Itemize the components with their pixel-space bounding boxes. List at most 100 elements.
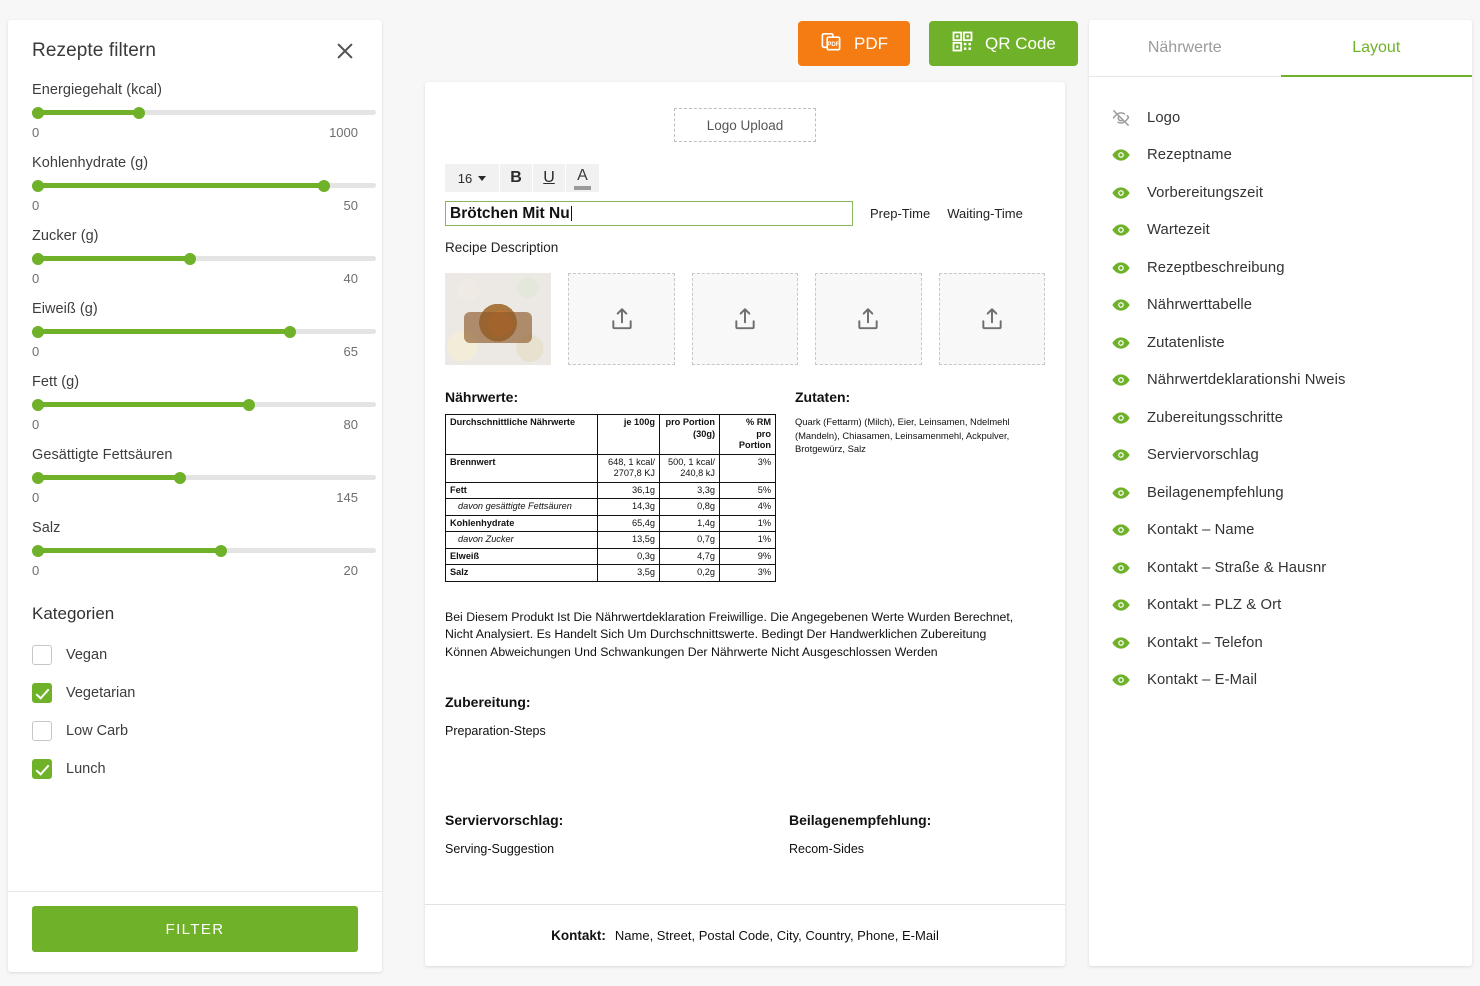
layout-item-rezeptname[interactable]: Rezeptname (1089, 137, 1472, 175)
tab-layout[interactable]: Layout (1280, 20, 1473, 77)
contact-value[interactable]: Name, Street, Postal Code, City, Country… (615, 928, 939, 943)
category-row-vegan[interactable]: Vegan (32, 636, 358, 674)
category-row-low-carb[interactable]: Low Carb (32, 712, 358, 750)
slider-track[interactable] (32, 252, 376, 265)
slider-track[interactable] (32, 325, 376, 338)
eye-icon[interactable] (1111, 558, 1131, 578)
slider-handle-min[interactable] (32, 106, 44, 119)
eye-icon[interactable] (1111, 220, 1131, 240)
serving-suggestion-field[interactable]: Serving-Suggestion (445, 842, 789, 856)
image-upload-slot[interactable] (938, 273, 1045, 365)
table-header-row: Durchschnittliche Nährwerte je 100g pro Po… (445, 414, 776, 455)
close-icon[interactable] (332, 38, 358, 64)
prep-time-field[interactable]: Prep-Time (870, 206, 930, 221)
layout-item-n-hrwertdeklarationshi-nweis[interactable]: Nährwertdeklarationshi Nweis (1089, 362, 1472, 400)
category-row-vegetarian[interactable]: Vegetarian (32, 674, 358, 712)
logo-upload-dropzone[interactable]: Logo Upload (674, 108, 816, 142)
cell-portion: 3,3g (659, 481, 720, 499)
cell-portion: 1,4g (659, 514, 720, 532)
slider-handle-min[interactable] (32, 544, 44, 557)
eye-icon[interactable] (1111, 183, 1131, 203)
sides-field[interactable]: Recom-Sides (789, 842, 1039, 856)
layout-item-beilagenempfehlung[interactable]: Beilagenempfehlung (1089, 474, 1472, 512)
slider-handle-max[interactable] (133, 106, 145, 119)
recipe-name-input[interactable]: Brötchen Mit Nu (445, 201, 853, 226)
layout-item-rezeptbeschreibung[interactable]: Rezeptbeschreibung (1089, 249, 1472, 287)
layout-item-kontakt-plz-ort[interactable]: Kontakt – PLZ & Ort (1089, 587, 1472, 625)
slider-scale: 0 65 (32, 344, 358, 359)
slider-track[interactable] (32, 179, 376, 192)
slider-track[interactable] (32, 106, 376, 119)
recipe-photo-thumbnail[interactable] (445, 273, 552, 365)
cell-rm: 5% (719, 481, 776, 499)
checkbox-vegetarian[interactable] (32, 683, 52, 703)
eye-icon[interactable] (1111, 633, 1131, 653)
slider-handle-max[interactable] (318, 179, 330, 192)
qr-code-label: QR Code (985, 33, 1056, 53)
layout-item-label: Vorbereitungszeit (1147, 184, 1264, 201)
category-row-lunch[interactable]: Lunch (32, 750, 358, 788)
upload-icon (732, 306, 758, 332)
waiting-time-field[interactable]: Waiting-Time (947, 206, 1023, 221)
slider-max-value: 50 (343, 198, 358, 213)
checkbox-lunch[interactable] (32, 759, 52, 779)
upload-icon (609, 306, 635, 332)
eye-icon[interactable] (1111, 295, 1131, 315)
slider-handle-max[interactable] (284, 325, 296, 338)
image-upload-slot[interactable] (815, 273, 922, 365)
image-upload-slot[interactable] (568, 273, 675, 365)
layout-item-vorbereitungszeit[interactable]: Vorbereitungszeit (1089, 174, 1472, 212)
slider-track[interactable] (32, 544, 376, 557)
filter-button[interactable]: FILTER (32, 906, 358, 952)
slider-handle-min[interactable] (32, 471, 44, 484)
export-pdf-button[interactable]: PDF PDF (798, 21, 910, 66)
layout-item-kontakt-telefon[interactable]: Kontakt – Telefon (1089, 624, 1472, 662)
layout-item-logo[interactable]: Logo (1089, 99, 1472, 137)
nutrition-table: Durchschnittliche Nährwerte je 100g pro Po… (445, 414, 776, 582)
slider-handle-min[interactable] (32, 325, 44, 338)
tab-nhrwerte[interactable]: Nährwerte (1089, 20, 1281, 76)
qr-code-button[interactable]: QR Code (929, 21, 1078, 66)
slider-handle-max[interactable] (243, 398, 255, 411)
slider-handle-min[interactable] (32, 398, 44, 411)
bold-button[interactable]: B (500, 164, 533, 192)
image-upload-slot[interactable] (691, 273, 799, 365)
eye-icon[interactable] (1111, 595, 1131, 615)
layout-item-zubereitungsschritte[interactable]: Zubereitungsschritte (1089, 399, 1472, 437)
underline-button[interactable]: U (533, 164, 566, 192)
layout-item-wartezeit[interactable]: Wartezeit (1089, 212, 1472, 250)
slider-handle-max[interactable] (184, 252, 196, 265)
slider-handle-min[interactable] (32, 179, 44, 192)
preparation-steps-field[interactable]: Preparation-Steps (445, 724, 1045, 738)
layout-item-kontakt-e-mail[interactable]: Kontakt – E-Mail (1089, 662, 1472, 700)
layout-item-kontakt-stra-e-hausnr[interactable]: Kontakt – Straße & Hausnr (1089, 549, 1472, 587)
recipe-description-field[interactable]: Recipe Description (445, 240, 1045, 255)
eye-icon[interactable] (1111, 258, 1131, 278)
slider-handle-max[interactable] (215, 544, 227, 557)
layout-item-n-hrwerttabelle[interactable]: Nährwerttabelle (1089, 287, 1472, 325)
layout-item-zutatenliste[interactable]: Zutatenliste (1089, 324, 1472, 362)
checkbox-low-carb[interactable] (32, 721, 52, 741)
eye-icon[interactable] (1111, 445, 1131, 465)
font-size-selector[interactable]: 16 (445, 164, 500, 192)
slider-handle-max[interactable] (174, 471, 186, 484)
eye-icon[interactable] (1111, 520, 1131, 540)
cell-portion: 4,7g (659, 547, 720, 565)
eye-icon[interactable] (1111, 333, 1131, 353)
layout-item-kontakt-name[interactable]: Kontakt – Name (1089, 512, 1472, 550)
eye-icon[interactable] (1111, 370, 1131, 390)
rich-text-toolbar: 16 B U A (445, 164, 1045, 192)
eye-icon[interactable] (1111, 408, 1131, 428)
slider-track[interactable] (32, 471, 376, 484)
eye-off-icon[interactable] (1111, 108, 1131, 128)
slider-handle-min[interactable] (32, 252, 44, 265)
eye-icon[interactable] (1111, 145, 1131, 165)
sides-heading: Beilagenempfehlung: (789, 811, 932, 828)
checkbox-vegan[interactable] (32, 645, 52, 665)
eye-icon[interactable] (1111, 670, 1131, 690)
layout-item-serviervorschlag[interactable]: Serviervorschlag (1089, 437, 1472, 475)
table-row: Kohlenhydrate 65,4g 1,4g 1% (445, 514, 776, 532)
slider-track[interactable] (32, 398, 376, 411)
eye-icon[interactable] (1111, 483, 1131, 503)
text-color-button[interactable]: A (566, 164, 599, 192)
